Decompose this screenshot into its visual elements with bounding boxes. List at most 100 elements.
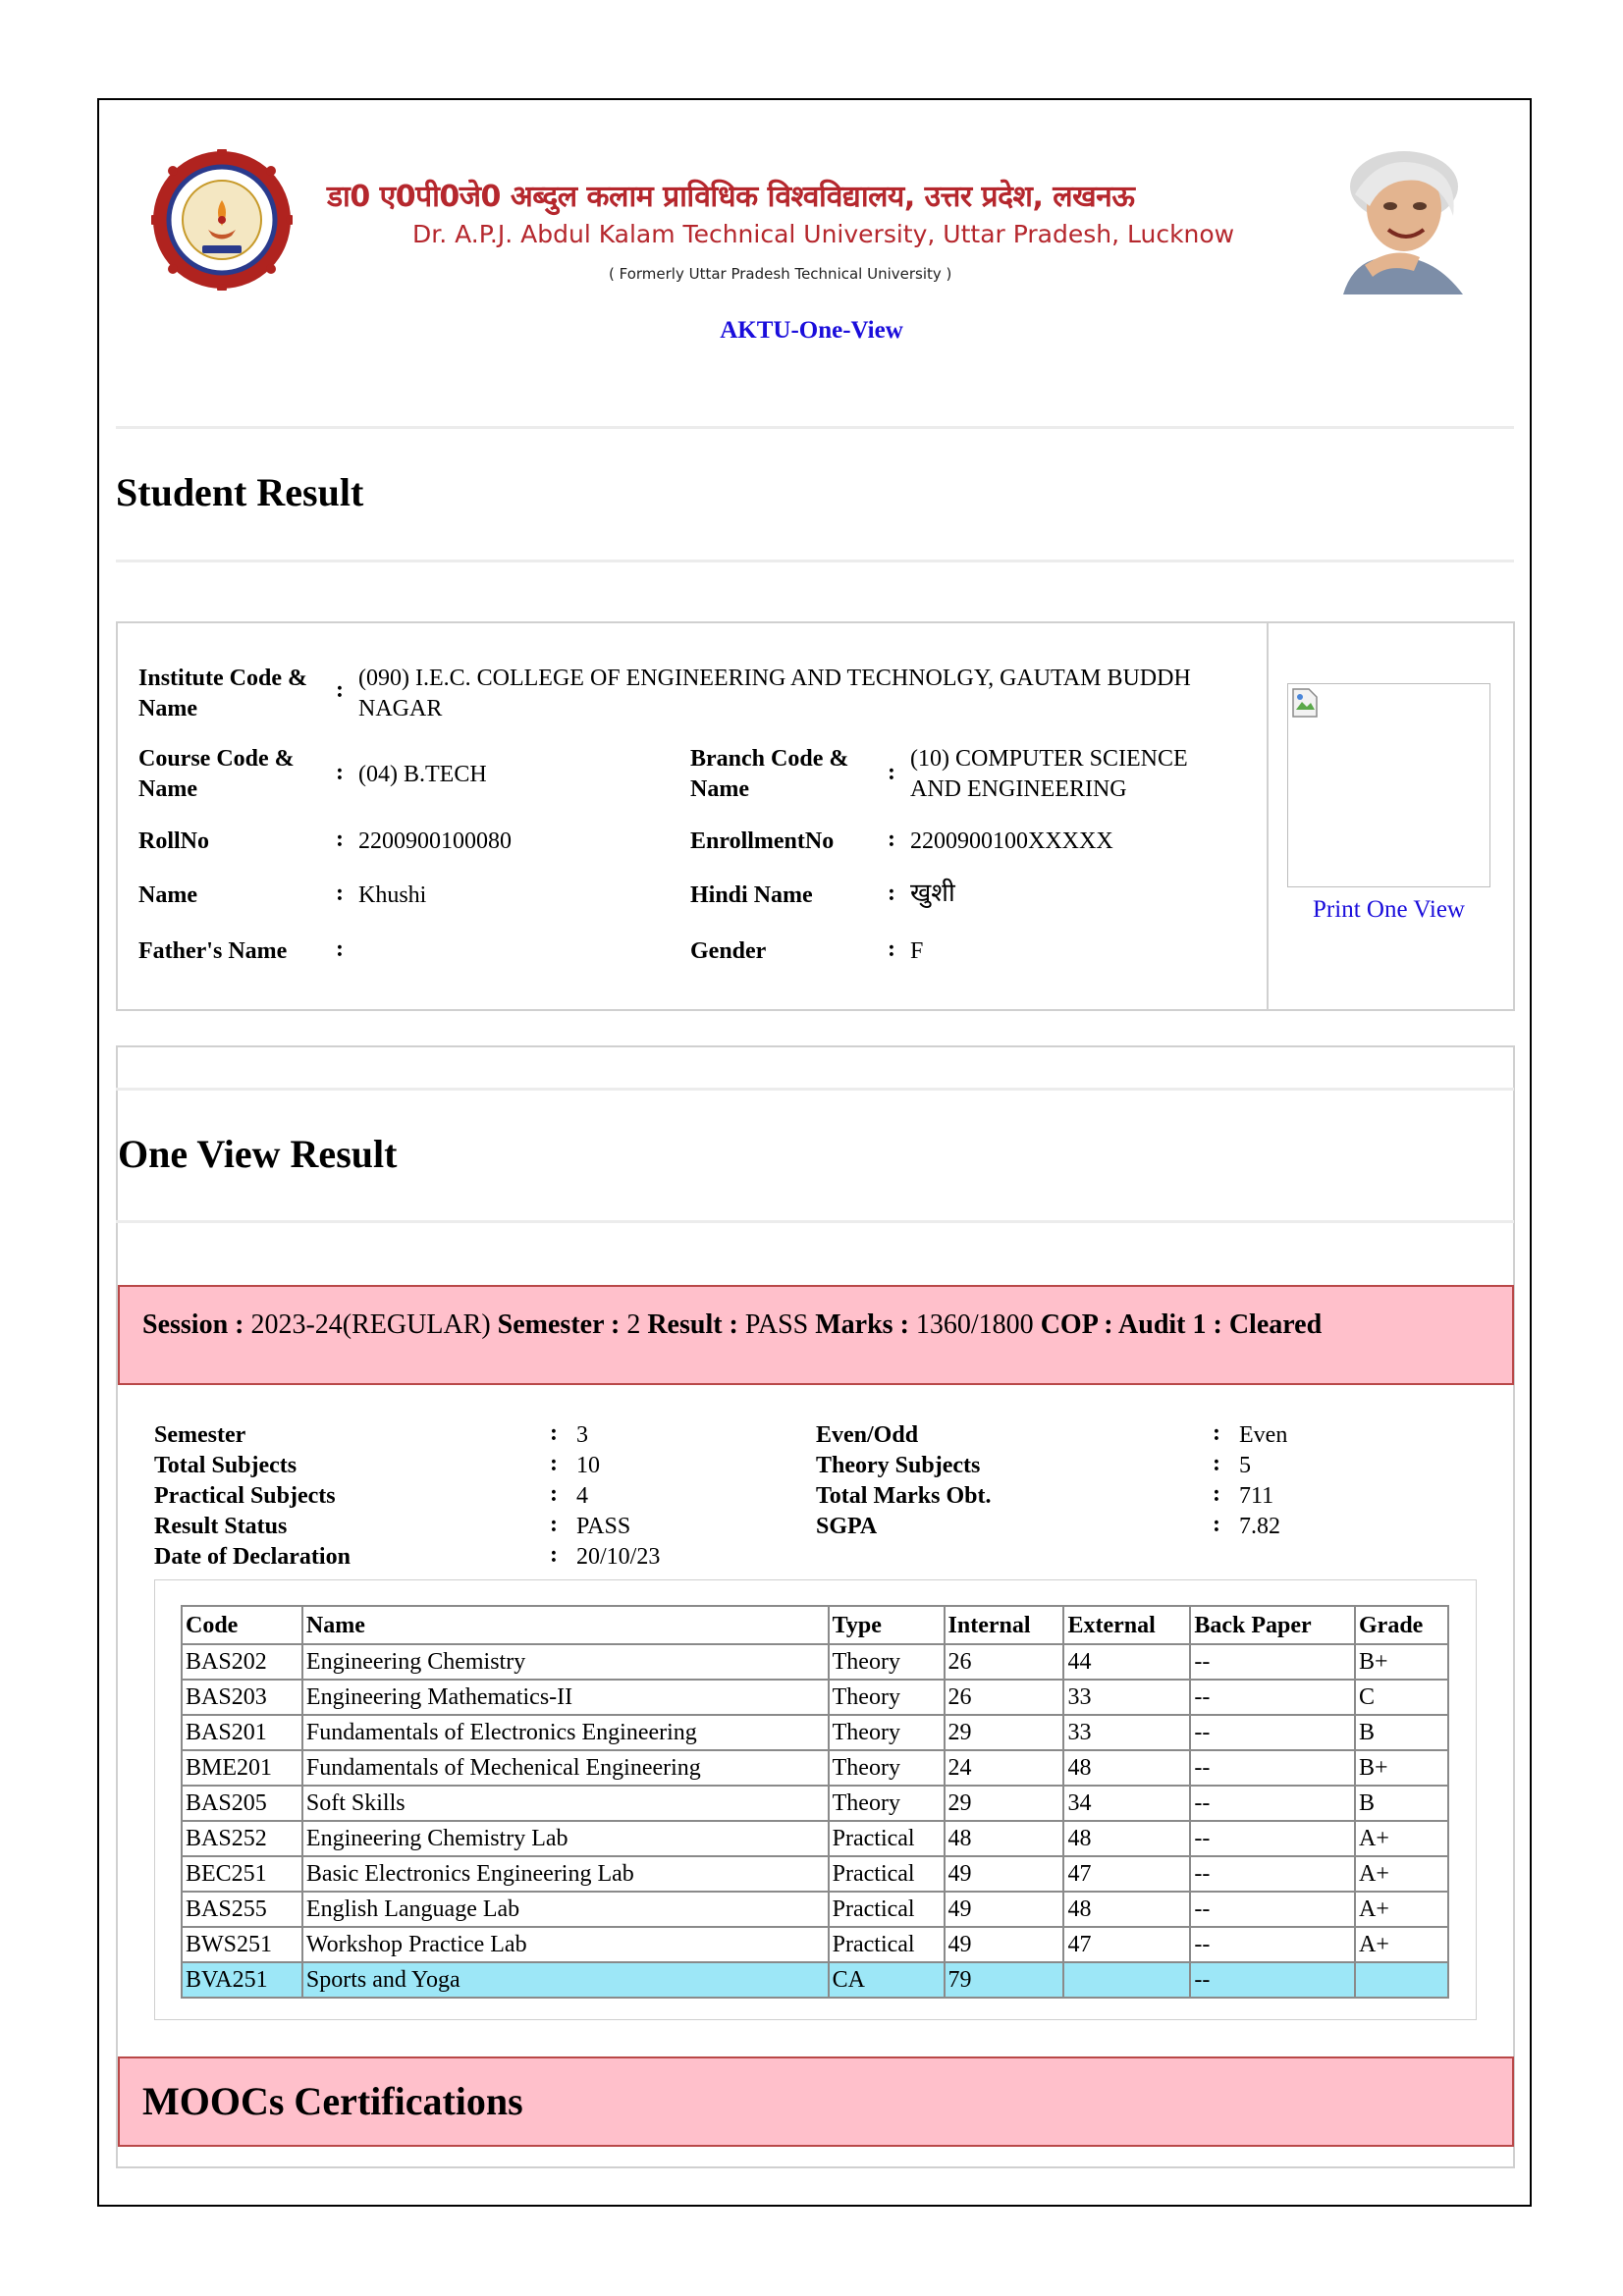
session-line: Session : 2023-24(REGULAR) Semester : 2 … bbox=[142, 1309, 1322, 1341]
table-row: BAS202 Engineering Chemistry Theory 26 4… bbox=[181, 1643, 1449, 1681]
cop-status: COP : Audit 1 : Cleared bbox=[1040, 1309, 1323, 1340]
divider bbox=[116, 426, 1514, 429]
divider bbox=[116, 1220, 1514, 1223]
practical-subjects-label: Practical Subjects bbox=[154, 1483, 336, 1509]
table-cell: 26 bbox=[943, 1679, 1065, 1716]
colon: : bbox=[888, 827, 895, 852]
table-row: BAS205 Soft Skills Theory 29 34 -- B bbox=[181, 1785, 1449, 1822]
summary-semester-value: 3 bbox=[576, 1422, 588, 1448]
table-cell: 49 bbox=[943, 1855, 1065, 1893]
table-cell: 48 bbox=[943, 1820, 1065, 1857]
one-view-result-title: One View Result bbox=[118, 1132, 398, 1176]
table-cell bbox=[1354, 1961, 1449, 1999]
table-cell: 47 bbox=[1062, 1926, 1192, 1963]
print-one-view-link[interactable]: Print One View bbox=[1287, 896, 1490, 924]
result-value: PASS bbox=[744, 1309, 809, 1340]
marks-value: 1360/1800 bbox=[915, 1309, 1034, 1340]
table-cell: -- bbox=[1189, 1855, 1356, 1893]
hindi-name-value: खुशी bbox=[910, 879, 955, 908]
rollno-label: RollNo bbox=[138, 828, 209, 854]
university-name-english: Dr. A.P.J. Abdul Kalam Technical Univers… bbox=[412, 220, 1235, 248]
table-cell: Practical bbox=[827, 1926, 946, 1963]
table-row: BAS201 Fundamentals of Electronics Engin… bbox=[181, 1714, 1449, 1751]
table-cell: 48 bbox=[1062, 1891, 1192, 1928]
theory-subjects-label: Theory Subjects bbox=[816, 1453, 981, 1478]
table-cell: -- bbox=[1189, 1926, 1356, 1963]
colon: : bbox=[888, 760, 895, 785]
table-cell: Fundamentals of Mechenical Engineering bbox=[300, 1749, 830, 1787]
declaration-date-label: Date of Declaration bbox=[154, 1544, 351, 1570]
table-cell bbox=[1062, 1961, 1192, 1999]
table-row: BAS252 Engineering Chemistry Lab Practic… bbox=[181, 1820, 1449, 1857]
column-header: Type bbox=[827, 1605, 946, 1645]
sgpa-label: SGPA bbox=[816, 1514, 878, 1539]
table-cell: -- bbox=[1189, 1679, 1356, 1716]
practical-subjects-value: 4 bbox=[576, 1483, 588, 1509]
moocs-title: MOOCs Certifications bbox=[142, 2079, 523, 2123]
table-cell: Engineering Chemistry Lab bbox=[300, 1820, 830, 1857]
aktu-one-view-link[interactable]: AKTU-One-View bbox=[0, 317, 1623, 345]
semester-label: Semester : bbox=[497, 1309, 621, 1340]
table-row: BAS203 Engineering Mathematics-II Theory… bbox=[181, 1679, 1449, 1716]
portrait-photo-icon bbox=[1343, 151, 1463, 294]
table-cell: -- bbox=[1189, 1749, 1356, 1787]
declaration-date-value: 20/10/23 bbox=[576, 1544, 661, 1570]
semester-value: 2 bbox=[626, 1309, 641, 1340]
table-cell: -- bbox=[1189, 1785, 1356, 1822]
table-cell: B+ bbox=[1354, 1749, 1449, 1787]
colon: : bbox=[550, 1451, 558, 1476]
formerly-note: ( Formerly Uttar Pradesh Technical Unive… bbox=[609, 265, 952, 283]
university-name-hindi: डा0 ए0पी0जे0 अब्दुल कलाम प्राविधिक विश्व… bbox=[327, 180, 1135, 214]
table-cell: 33 bbox=[1062, 1714, 1192, 1751]
summary-semester-label: Semester bbox=[154, 1422, 246, 1448]
session-value: 2023-24(REGULAR) bbox=[250, 1309, 491, 1340]
table-cell: 24 bbox=[943, 1749, 1065, 1787]
colon: : bbox=[1213, 1481, 1220, 1507]
table-cell: Practical bbox=[827, 1891, 946, 1928]
gender-value: F bbox=[910, 938, 924, 964]
student-photo bbox=[1287, 683, 1490, 887]
session-label: Session : bbox=[142, 1309, 244, 1340]
table-cell: A+ bbox=[1354, 1891, 1449, 1928]
result-status-label: Result Status bbox=[154, 1514, 288, 1539]
table-row: BWS251 Workshop Practice Lab Practical 4… bbox=[181, 1926, 1449, 1963]
table-cell: Engineering Mathematics-II bbox=[300, 1679, 830, 1716]
table-row: BEC251 Basic Electronics Engineering Lab… bbox=[181, 1855, 1449, 1893]
table-cell: -- bbox=[1189, 1714, 1356, 1751]
course-value: (04) B.TECH bbox=[358, 762, 487, 787]
total-subjects-label: Total Subjects bbox=[154, 1453, 298, 1478]
table-cell: 79 bbox=[943, 1961, 1065, 1999]
sgpa-value: 7.82 bbox=[1239, 1514, 1280, 1539]
institute-value: (090) I.E.C. COLLEGE OF ENGINEERING AND … bbox=[358, 666, 1191, 721]
divider bbox=[116, 1088, 1514, 1091]
table-cell: B bbox=[1354, 1714, 1449, 1751]
table-cell: Sports and Yoga bbox=[300, 1961, 830, 1999]
gender-label: Gender bbox=[690, 938, 767, 964]
table-cell: BVA251 bbox=[181, 1961, 303, 1999]
table-cell: -- bbox=[1189, 1891, 1356, 1928]
name-value: Khushi bbox=[358, 882, 427, 908]
hindi-name-label: Hindi Name bbox=[690, 882, 813, 908]
colon: : bbox=[1213, 1451, 1220, 1476]
table-cell: 29 bbox=[943, 1785, 1065, 1822]
table-cell: BME201 bbox=[181, 1749, 303, 1787]
colon: : bbox=[550, 1420, 558, 1446]
table-cell: 26 bbox=[943, 1643, 1065, 1681]
university-seal-icon bbox=[151, 149, 293, 291]
table-cell: BAS255 bbox=[181, 1891, 303, 1928]
marks-table: Code Name Type Internal External Back Pa… bbox=[181, 1605, 1449, 1999]
column-header: Back Paper bbox=[1189, 1605, 1356, 1645]
table-cell: BAS205 bbox=[181, 1785, 303, 1822]
theory-subjects-value: 5 bbox=[1239, 1453, 1251, 1478]
enrollment-label: EnrollmentNo bbox=[690, 828, 835, 854]
table-cell: Theory bbox=[827, 1785, 946, 1822]
table-cell: Theory bbox=[827, 1714, 946, 1751]
table-cell: Engineering Chemistry bbox=[300, 1643, 830, 1681]
table-cell: CA bbox=[827, 1961, 946, 1999]
colon: : bbox=[336, 827, 344, 852]
table-cell: Soft Skills bbox=[300, 1785, 830, 1822]
table-cell: C bbox=[1354, 1679, 1449, 1716]
table-cell: B bbox=[1354, 1785, 1449, 1822]
branch-label: Branch Code & Name bbox=[690, 746, 849, 802]
rollno-value: 2200900100080 bbox=[358, 828, 512, 854]
